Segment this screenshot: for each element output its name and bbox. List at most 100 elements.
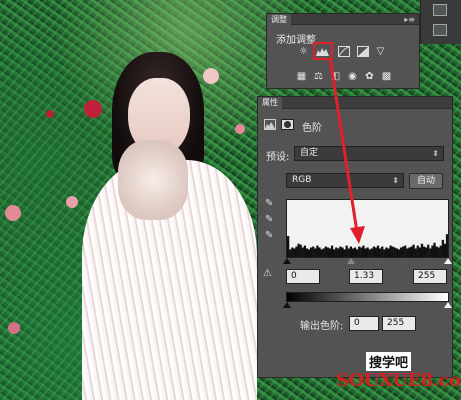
- channel-mixer-icon[interactable]: ✿: [363, 70, 376, 82]
- input-white-field[interactable]: 255: [413, 269, 447, 284]
- brightness-icon[interactable]: ☼: [297, 45, 310, 57]
- histogram-bar: [429, 248, 432, 257]
- channel-value: RGB: [292, 175, 312, 185]
- histogram-bar: [301, 247, 304, 257]
- histogram-bar: [335, 247, 338, 257]
- panel-menu-icon[interactable]: ▸≡: [404, 14, 415, 25]
- histogram-bar: [389, 245, 392, 257]
- histogram-bar: [366, 247, 369, 257]
- exposure-icon[interactable]: [356, 45, 369, 57]
- histogram-bar: [324, 246, 327, 257]
- chevron-updown-icon: ⬍: [392, 176, 399, 185]
- histogram-bar: [299, 244, 302, 257]
- output-white-field[interactable]: 255: [382, 316, 416, 331]
- black-white-icon[interactable]: ◧: [329, 70, 342, 82]
- hue-saturation-icon[interactable]: ▦: [295, 70, 308, 82]
- histogram-bar: [314, 248, 317, 257]
- histogram-bar: [381, 246, 384, 257]
- histogram-bar: [437, 247, 440, 257]
- properties-panel: 属性 色阶 预设: 自定 ⬍ ✎ ✎ ✎ RGB ⬍ 自动 ⚠ 0 1.33 2…: [257, 96, 453, 378]
- histogram-bar: [360, 247, 363, 257]
- histogram-bar: [374, 247, 378, 257]
- gray-point-eyedropper-icon[interactable]: ✎: [265, 214, 277, 226]
- input-black-field[interactable]: 0: [286, 269, 320, 284]
- histogram-bar: [337, 248, 340, 257]
- histogram-bar: [412, 244, 415, 257]
- adjustments-tabbar: 调整 ▸≡: [267, 14, 419, 25]
- histogram-bar: [378, 248, 382, 257]
- pink-flower: [66, 196, 78, 208]
- histogram-bar: [356, 249, 359, 257]
- panel-toggle-icon[interactable]: [433, 4, 447, 16]
- histogram-bar: [408, 247, 411, 257]
- watermark-en: SOUXUE8.com: [336, 370, 461, 391]
- histogram-bar: [287, 236, 290, 257]
- curves-icon[interactable]: [337, 45, 350, 57]
- histogram-bar: [416, 245, 419, 257]
- levels-layer-icon: [264, 119, 276, 130]
- input-gamma-slider[interactable]: [347, 258, 355, 264]
- histogram-bar: [305, 248, 309, 257]
- output-gradient-bar: [286, 292, 449, 302]
- histogram-bar: [310, 247, 313, 257]
- histogram-bar: [445, 234, 448, 257]
- photo-filter-icon[interactable]: ◉: [346, 70, 359, 82]
- histogram-bar: [393, 247, 396, 257]
- output-white-slider[interactable]: [444, 302, 452, 308]
- color-balance-icon[interactable]: ⚖: [312, 70, 325, 82]
- histogram-bar: [343, 249, 346, 257]
- mask-icon[interactable]: [281, 119, 294, 130]
- channel-dropdown[interactable]: RGB ⬍: [286, 173, 404, 188]
- clipping-warning-icon[interactable]: ⚠: [263, 268, 272, 279]
- chevron-updown-icon: ⬍: [432, 149, 439, 158]
- histogram-bar: [364, 248, 367, 257]
- tab-adjustments[interactable]: 调整: [267, 14, 291, 25]
- red-flower: [46, 110, 54, 118]
- auto-button[interactable]: 自动: [409, 173, 443, 189]
- add-adjustment-title: 添加调整: [276, 35, 316, 46]
- histogram-bar: [427, 244, 430, 257]
- input-white-slider[interactable]: [444, 258, 452, 264]
- histogram-bar: [347, 248, 350, 257]
- histogram-bar: [372, 246, 376, 257]
- histogram-bar: [406, 248, 409, 257]
- histogram-bar: [443, 243, 447, 257]
- vibrance-icon[interactable]: ▽: [374, 45, 387, 57]
- histogram-bar: [410, 246, 413, 257]
- preset-dropdown[interactable]: 自定 ⬍: [294, 146, 444, 161]
- histogram-bar: [351, 248, 355, 257]
- histogram-bar: [289, 249, 292, 257]
- histogram-bar: [391, 246, 394, 257]
- adjustment-type-label: 色阶: [302, 123, 322, 134]
- histogram-bar: [332, 249, 336, 257]
- histogram-bar: [368, 249, 371, 257]
- watermark-cn: 搜学吧: [366, 352, 412, 371]
- histogram-bar: [399, 247, 403, 257]
- output-black-slider[interactable]: [283, 302, 291, 308]
- white-point-eyedropper-icon[interactable]: ✎: [265, 230, 277, 242]
- color-lookup-icon[interactable]: ▩: [380, 70, 393, 82]
- histogram-bar: [376, 245, 380, 257]
- input-gamma-field[interactable]: 1.33: [349, 269, 383, 284]
- adjustments-panel: 调整 ▸≡ 添加调整 ☼ ▽ ▦ ⚖ ◧ ◉ ✿ ▩: [266, 13, 420, 89]
- input-black-slider[interactable]: [283, 258, 291, 264]
- histogram-bar: [349, 246, 353, 257]
- histogram-bar: [395, 248, 399, 257]
- histogram-bar: [291, 247, 294, 257]
- histogram-bar: [339, 246, 342, 257]
- histogram-bar: [420, 243, 424, 257]
- histogram-bar: [328, 248, 332, 257]
- red-flower: [84, 100, 102, 118]
- histogram-bar: [424, 247, 428, 257]
- output-black-field[interactable]: 0: [349, 316, 379, 331]
- histogram-bar: [433, 242, 436, 257]
- histogram-bar: [383, 249, 386, 257]
- histogram-bar: [414, 248, 417, 257]
- histogram-bar: [353, 247, 357, 257]
- histogram-bar: [341, 247, 344, 257]
- histogram-bar: [320, 249, 323, 257]
- histogram-bar: [441, 239, 445, 257]
- panel-toggle-icon[interactable]: [433, 24, 447, 36]
- black-point-eyedropper-icon[interactable]: ✎: [265, 198, 277, 210]
- tab-properties[interactable]: 属性: [258, 97, 282, 109]
